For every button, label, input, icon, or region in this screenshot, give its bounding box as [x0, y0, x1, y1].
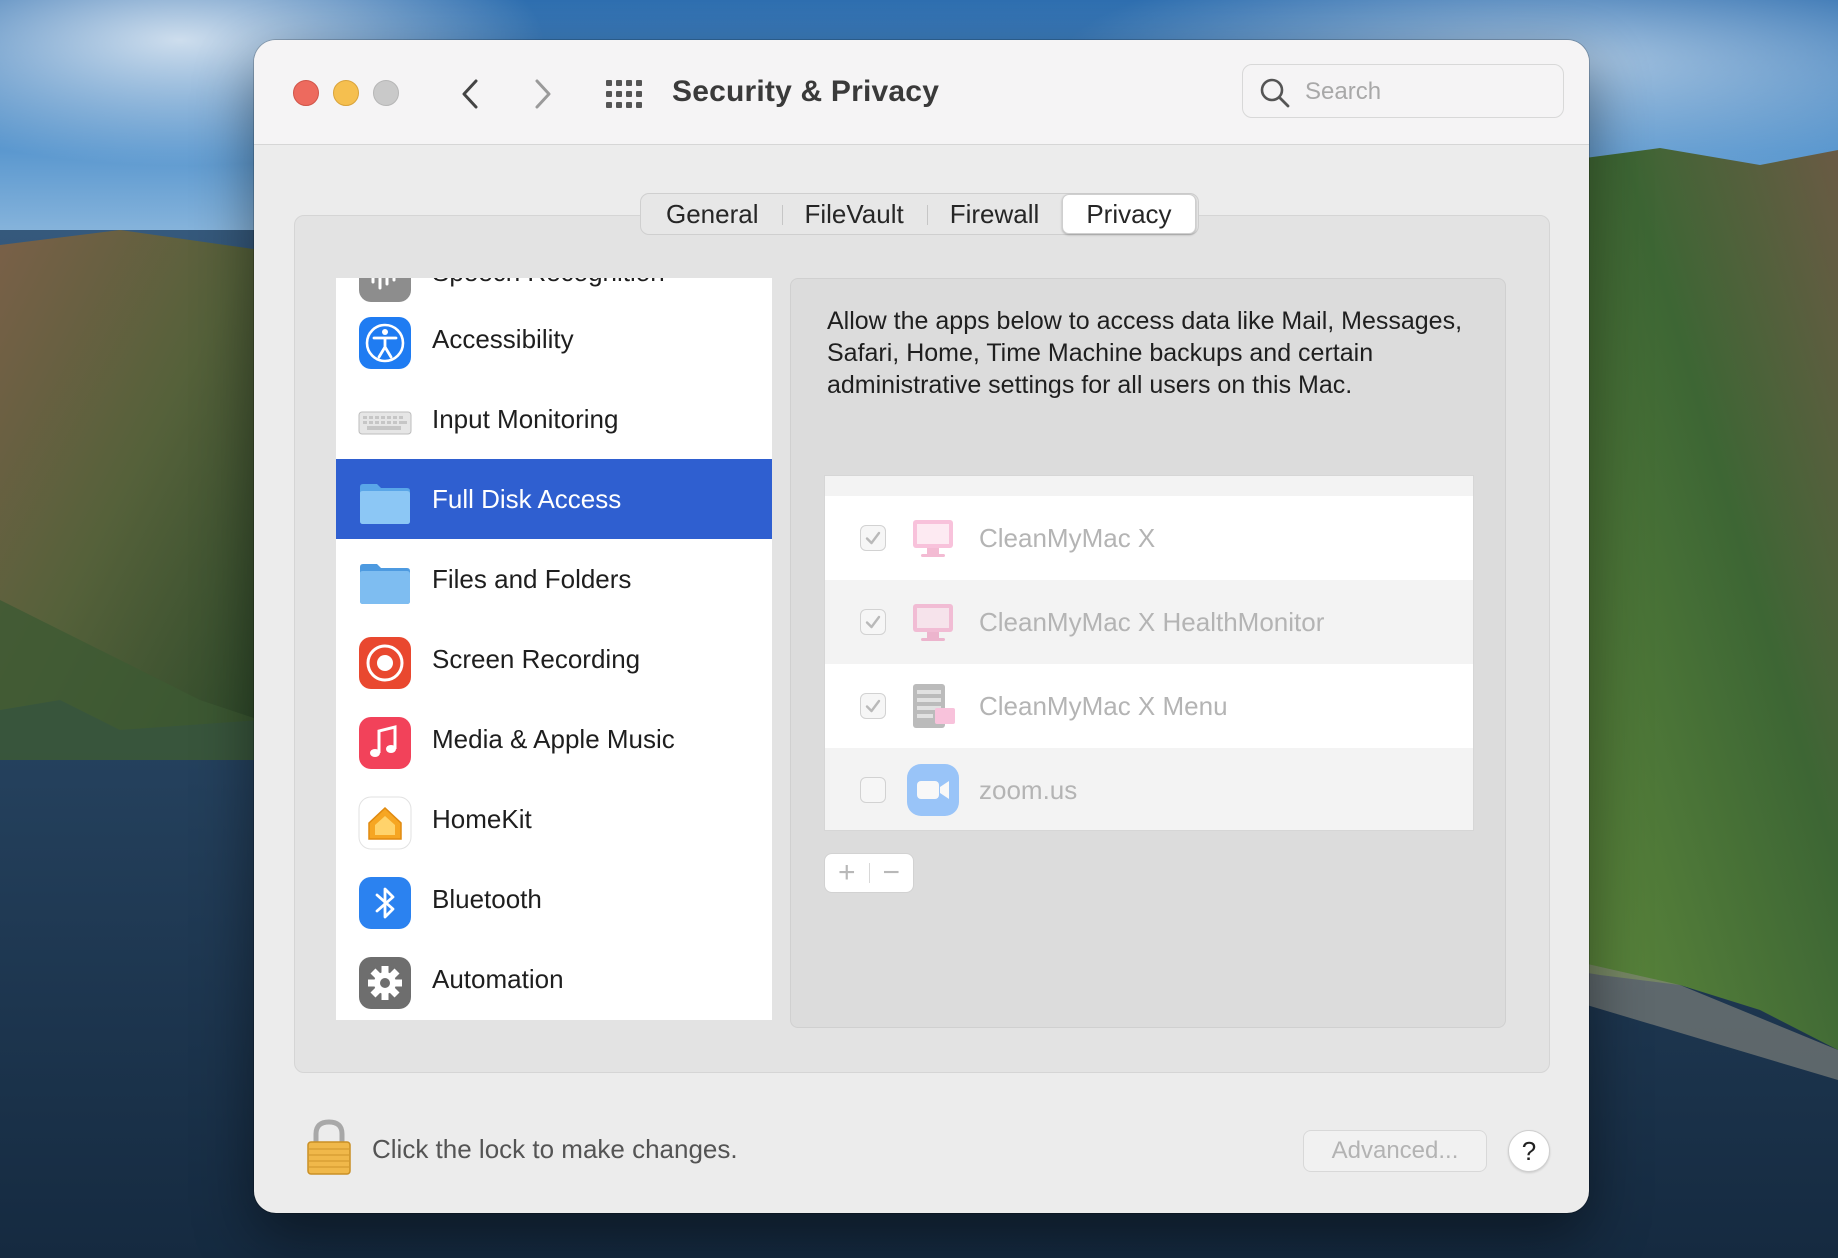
app-list[interactable]: CleanMyMac X CleanMyMac X HealthMonitor: [824, 475, 1474, 831]
sidebar-item-accessibility[interactable]: Accessibility: [336, 299, 772, 379]
add-button[interactable]: +: [825, 854, 869, 892]
chevron-right-icon: [535, 79, 551, 109]
sidebar-item-label: Media & Apple Music: [432, 724, 675, 754]
forward-button[interactable]: [525, 74, 561, 114]
show-all-button[interactable]: [604, 76, 644, 112]
sidebar-item-label: Bluetooth: [432, 884, 542, 914]
accessibility-icon: [359, 317, 411, 369]
sidebar-item-media-apple-music[interactable]: Media & Apple Music: [336, 699, 772, 779]
gear-icon: [359, 957, 411, 1009]
tab-general[interactable]: General: [643, 195, 782, 233]
sidebar-item-screen-recording[interactable]: Screen Recording: [336, 619, 772, 699]
zoom-button[interactable]: [373, 80, 399, 106]
tab-filevault[interactable]: FileVault: [781, 195, 927, 233]
tab-bar: General FileVault Firewall Privacy: [640, 193, 1199, 235]
sidebar-item-label: Files and Folders: [432, 564, 632, 594]
home-icon: [358, 796, 412, 850]
folder-icon: [360, 484, 410, 524]
screen-recording-icon: [359, 637, 411, 689]
music-icon: [359, 717, 411, 769]
security-privacy-window: Security & Privacy General FileVault Fir…: [254, 40, 1589, 1213]
sidebar-item-files-and-folders[interactable]: Files and Folders: [336, 539, 772, 619]
lock-icon[interactable]: [304, 1118, 354, 1176]
list-item[interactable]: zoom.us: [825, 748, 1473, 830]
cleanmymac-icon: [913, 604, 953, 641]
lock-status-text: Click the lock to make changes.: [372, 1134, 738, 1164]
advanced-button[interactable]: Advanced...: [1303, 1130, 1487, 1172]
sidebar-item-label: Automation: [432, 964, 564, 994]
close-button[interactable]: [293, 80, 319, 106]
sidebar-item-automation[interactable]: Automation: [336, 939, 772, 1019]
search-icon: [1260, 78, 1290, 108]
description-text: Allow the apps below to access data like…: [827, 307, 1463, 399]
search-field[interactable]: [1242, 64, 1564, 118]
sidebar-item-label: Accessibility: [432, 324, 574, 354]
full-disk-access-detail: Allow the apps below to access data like…: [790, 278, 1506, 1028]
app-icon: [905, 475, 961, 482]
list-item: [825, 475, 1473, 496]
folder-icon: [360, 564, 410, 604]
cleanmymac-menu-icon: [913, 684, 955, 728]
app-checkbox[interactable]: [860, 693, 886, 719]
privacy-category-list[interactable]: Speech Recognition Accessibility Input M…: [336, 278, 772, 1020]
app-name: CleanMyMac X Menu: [979, 691, 1228, 721]
app-checkbox[interactable]: [860, 525, 886, 551]
remove-button[interactable]: −: [869, 854, 913, 892]
tab-firewall[interactable]: Firewall: [926, 195, 1063, 233]
sidebar-item-label: Full Disk Access: [432, 484, 622, 514]
app-name: CleanMyMac X: [979, 523, 1156, 553]
list-item[interactable]: CleanMyMac X Menu: [825, 664, 1473, 748]
checkmark-icon: [865, 699, 881, 713]
chevron-left-icon: [462, 79, 478, 109]
sidebar-item-input-monitoring[interactable]: Input Monitoring: [336, 379, 772, 459]
list-item[interactable]: CleanMyMac X HealthMonitor: [825, 580, 1473, 664]
app-name: CleanMyMac X HealthMonitor: [979, 607, 1325, 637]
bluetooth-icon: [359, 877, 411, 929]
sidebar-item-bluetooth[interactable]: Bluetooth: [336, 859, 772, 939]
app-checkbox[interactable]: [860, 777, 886, 803]
search-input[interactable]: [1303, 75, 1547, 109]
checkmark-icon: [865, 531, 881, 545]
add-remove-buttons: + −: [824, 853, 914, 893]
sidebar-item-label: Input Monitoring: [432, 404, 619, 434]
checkmark-icon: [865, 615, 881, 629]
keyboard-icon: [358, 411, 412, 435]
sidebar-item-label: Screen Recording: [432, 644, 641, 674]
minimize-button[interactable]: [333, 80, 359, 106]
zoom-icon: [907, 764, 959, 816]
sidebar-item-full-disk-access[interactable]: Full Disk Access: [336, 459, 772, 539]
back-button[interactable]: [452, 74, 488, 114]
sidebar-item-label: Speech Recognition: [432, 278, 665, 290]
title-bar: Security & Privacy: [254, 40, 1589, 145]
app-checkbox[interactable]: [860, 609, 886, 635]
tab-privacy[interactable]: Privacy: [1062, 194, 1196, 234]
grid-icon: [606, 80, 642, 108]
app-name: zoom.us: [979, 775, 1078, 805]
window-title: Security & Privacy: [672, 75, 940, 108]
help-button[interactable]: ?: [1508, 1130, 1550, 1172]
list-item[interactable]: CleanMyMac X: [825, 496, 1473, 580]
sidebar-item-homekit[interactable]: HomeKit: [336, 779, 772, 859]
sidebar-item-label: HomeKit: [432, 804, 532, 834]
cleanmymac-icon: [913, 520, 953, 557]
